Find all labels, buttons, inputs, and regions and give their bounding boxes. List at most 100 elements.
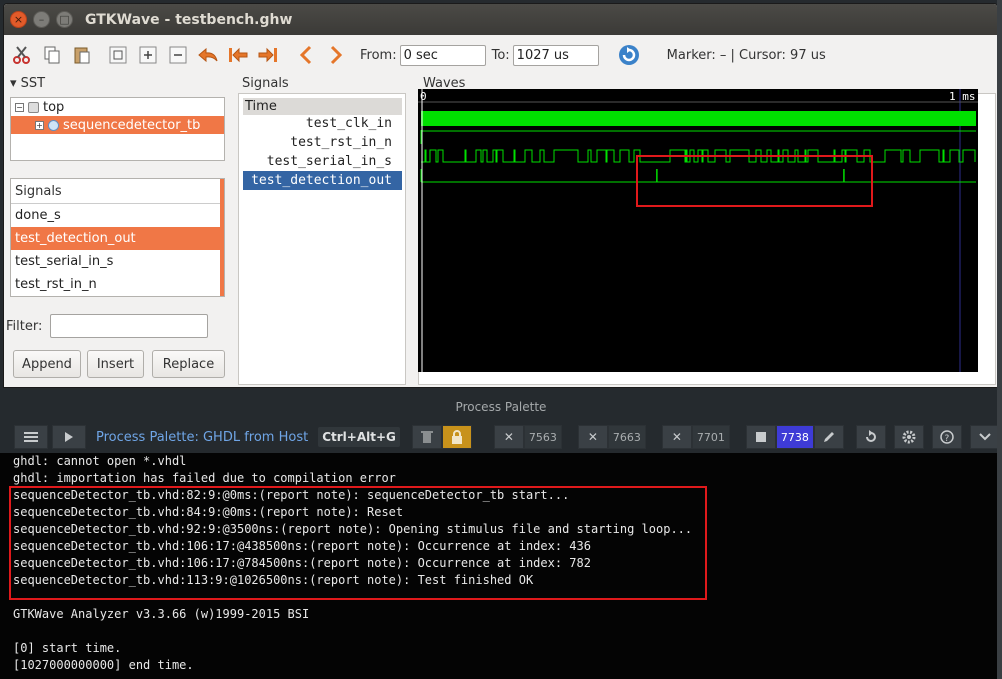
tree-node-top[interactable]: − top xyxy=(11,98,224,116)
zoom-out-button[interactable] xyxy=(166,43,190,67)
cut-button[interactable] xyxy=(10,43,34,67)
clear-button[interactable] xyxy=(411,425,442,449)
scissors-icon xyxy=(13,46,30,64)
list-item[interactable]: test_detection_out xyxy=(11,227,224,250)
append-button[interactable]: Append xyxy=(13,350,81,378)
prev-edge-button[interactable] xyxy=(294,43,318,67)
refresh-icon xyxy=(865,430,876,442)
window-title: GTKWave - testbench.ghw xyxy=(85,11,293,28)
close-window-button[interactable]: × xyxy=(10,11,27,28)
list-item[interactable]: test_rst_in_n xyxy=(11,273,224,296)
module-icon xyxy=(48,119,59,131)
list-item[interactable]: test_clk_in xyxy=(11,296,224,297)
toolbar: From: To: Marker: – | Cursor: 97 us xyxy=(4,35,997,75)
clk-trace xyxy=(421,111,976,126)
wave-signal-row[interactable]: test_detection_out xyxy=(243,171,402,190)
edit-icon xyxy=(823,432,834,442)
to-input[interactable] xyxy=(512,44,599,66)
expand-icon[interactable]: + xyxy=(35,120,44,130)
paste-button[interactable] xyxy=(70,43,94,67)
zoom-end-icon xyxy=(258,47,277,63)
close-icon: ✕ xyxy=(587,430,598,444)
sst-section-label[interactable]: ▾ SST xyxy=(10,76,45,91)
zoom-start-icon xyxy=(229,47,248,63)
zoom-start-button[interactable] xyxy=(226,43,250,67)
replace-button[interactable]: Replace xyxy=(152,350,225,378)
settings-button[interactable] xyxy=(893,425,924,449)
time-tick-start: 0 xyxy=(420,90,427,103)
close-icon: × xyxy=(13,13,24,26)
zoom-undo-icon xyxy=(198,47,218,63)
lock-button[interactable] xyxy=(441,425,472,449)
process-tab[interactable]: 7563 xyxy=(523,425,562,449)
zoom-in-button[interactable] xyxy=(136,43,160,67)
kill-process-button[interactable]: ✕ xyxy=(661,425,692,449)
tree-node-label: top xyxy=(43,99,65,115)
filter-label: Filter: xyxy=(6,319,43,334)
tree-node-label: sequencedetector_tb xyxy=(63,117,201,133)
zoom-out-icon xyxy=(169,46,187,64)
help-button[interactable]: ? xyxy=(931,425,962,449)
minimize-window-button[interactable]: – xyxy=(33,11,50,28)
copy-button[interactable] xyxy=(40,43,64,67)
process-tab[interactable]: 7663 xyxy=(607,425,646,449)
console-line: GTKWave Analyzer v3.3.66 (w)1999-2015 BS… xyxy=(13,607,310,621)
signals-list-header[interactable]: Signals xyxy=(11,179,224,204)
kill-process-button[interactable]: ✕ xyxy=(577,425,608,449)
palette-shortcut: Ctrl+Alt+G xyxy=(318,427,400,447)
desktop: × – □ GTKWave - testbench.ghw From: 0 se… xyxy=(0,0,1002,679)
tree-node-sequencedetector-tb[interactable]: + sequencedetector_tb xyxy=(11,116,224,134)
from-input[interactable] xyxy=(399,44,486,66)
signals-list-scrollbar[interactable] xyxy=(220,179,224,296)
palette-title: Process Palette xyxy=(455,400,547,414)
waveform-view[interactable]: 0 1 ms xyxy=(418,89,978,372)
from-label: From: xyxy=(360,47,397,63)
palette-name: Process Palette: GHDL from Host xyxy=(96,429,309,445)
process-palette-bar: Process Palette: GHDL from Host Ctrl+Alt… xyxy=(0,422,1002,452)
process-tab-active[interactable]: 7738 xyxy=(775,425,814,449)
chevron-down-icon xyxy=(979,433,991,441)
wave-signal-row[interactable]: test_serial_in_s xyxy=(243,152,402,171)
reload-button[interactable] xyxy=(617,43,641,67)
reload-icon xyxy=(618,45,639,65)
edit-button[interactable] xyxy=(813,425,844,449)
play-icon xyxy=(65,432,73,442)
title-bar: × – □ GTKWave - testbench.ghw xyxy=(4,4,997,35)
kill-process-button[interactable]: ✕ xyxy=(493,425,524,449)
paste-icon xyxy=(74,47,90,64)
console-highlight-box xyxy=(9,486,707,600)
maximize-window-button[interactable]: □ xyxy=(56,11,73,28)
wave-signal-row[interactable]: test_clk_in xyxy=(243,114,402,133)
time-row[interactable]: Time xyxy=(243,98,402,115)
zoom-end-button[interactable] xyxy=(256,43,280,67)
window-edge-scrollbar[interactable] xyxy=(997,0,1002,679)
minimize-icon: – xyxy=(38,13,45,26)
filter-input[interactable] xyxy=(50,314,208,338)
zoom-fit-button[interactable] xyxy=(106,43,130,67)
menu-button[interactable] xyxy=(14,425,48,449)
settings-icon xyxy=(902,430,916,444)
maximize-icon: □ xyxy=(59,13,70,26)
next-edge-button[interactable] xyxy=(324,43,348,67)
wave-signal-row[interactable]: test_rst_in_n xyxy=(243,133,402,152)
menu-icon xyxy=(24,432,38,442)
prev-edge-icon xyxy=(299,45,312,65)
close-icon: ✕ xyxy=(503,430,514,444)
stop-button[interactable] xyxy=(745,425,776,449)
refresh-button[interactable] xyxy=(855,425,886,449)
list-item[interactable]: test_serial_in_s xyxy=(11,250,224,273)
list-item[interactable]: done_s xyxy=(11,204,224,227)
signals-list: Signals done_s test_detection_out test_s… xyxy=(10,178,225,297)
zoom-undo-button[interactable] xyxy=(196,43,220,67)
help-icon: ? xyxy=(940,430,954,444)
insert-button[interactable]: Insert xyxy=(87,350,144,378)
collapse-button[interactable] xyxy=(969,425,1000,449)
collapse-icon[interactable]: − xyxy=(15,102,24,112)
sst-label-text: SST xyxy=(20,76,46,91)
svg-text:?: ? xyxy=(944,434,949,444)
folder-icon xyxy=(28,101,39,113)
process-tab[interactable]: 7701 xyxy=(691,425,730,449)
run-button[interactable] xyxy=(52,425,86,449)
stop-icon xyxy=(755,432,766,442)
signals-panel-label: Signals xyxy=(242,76,289,91)
